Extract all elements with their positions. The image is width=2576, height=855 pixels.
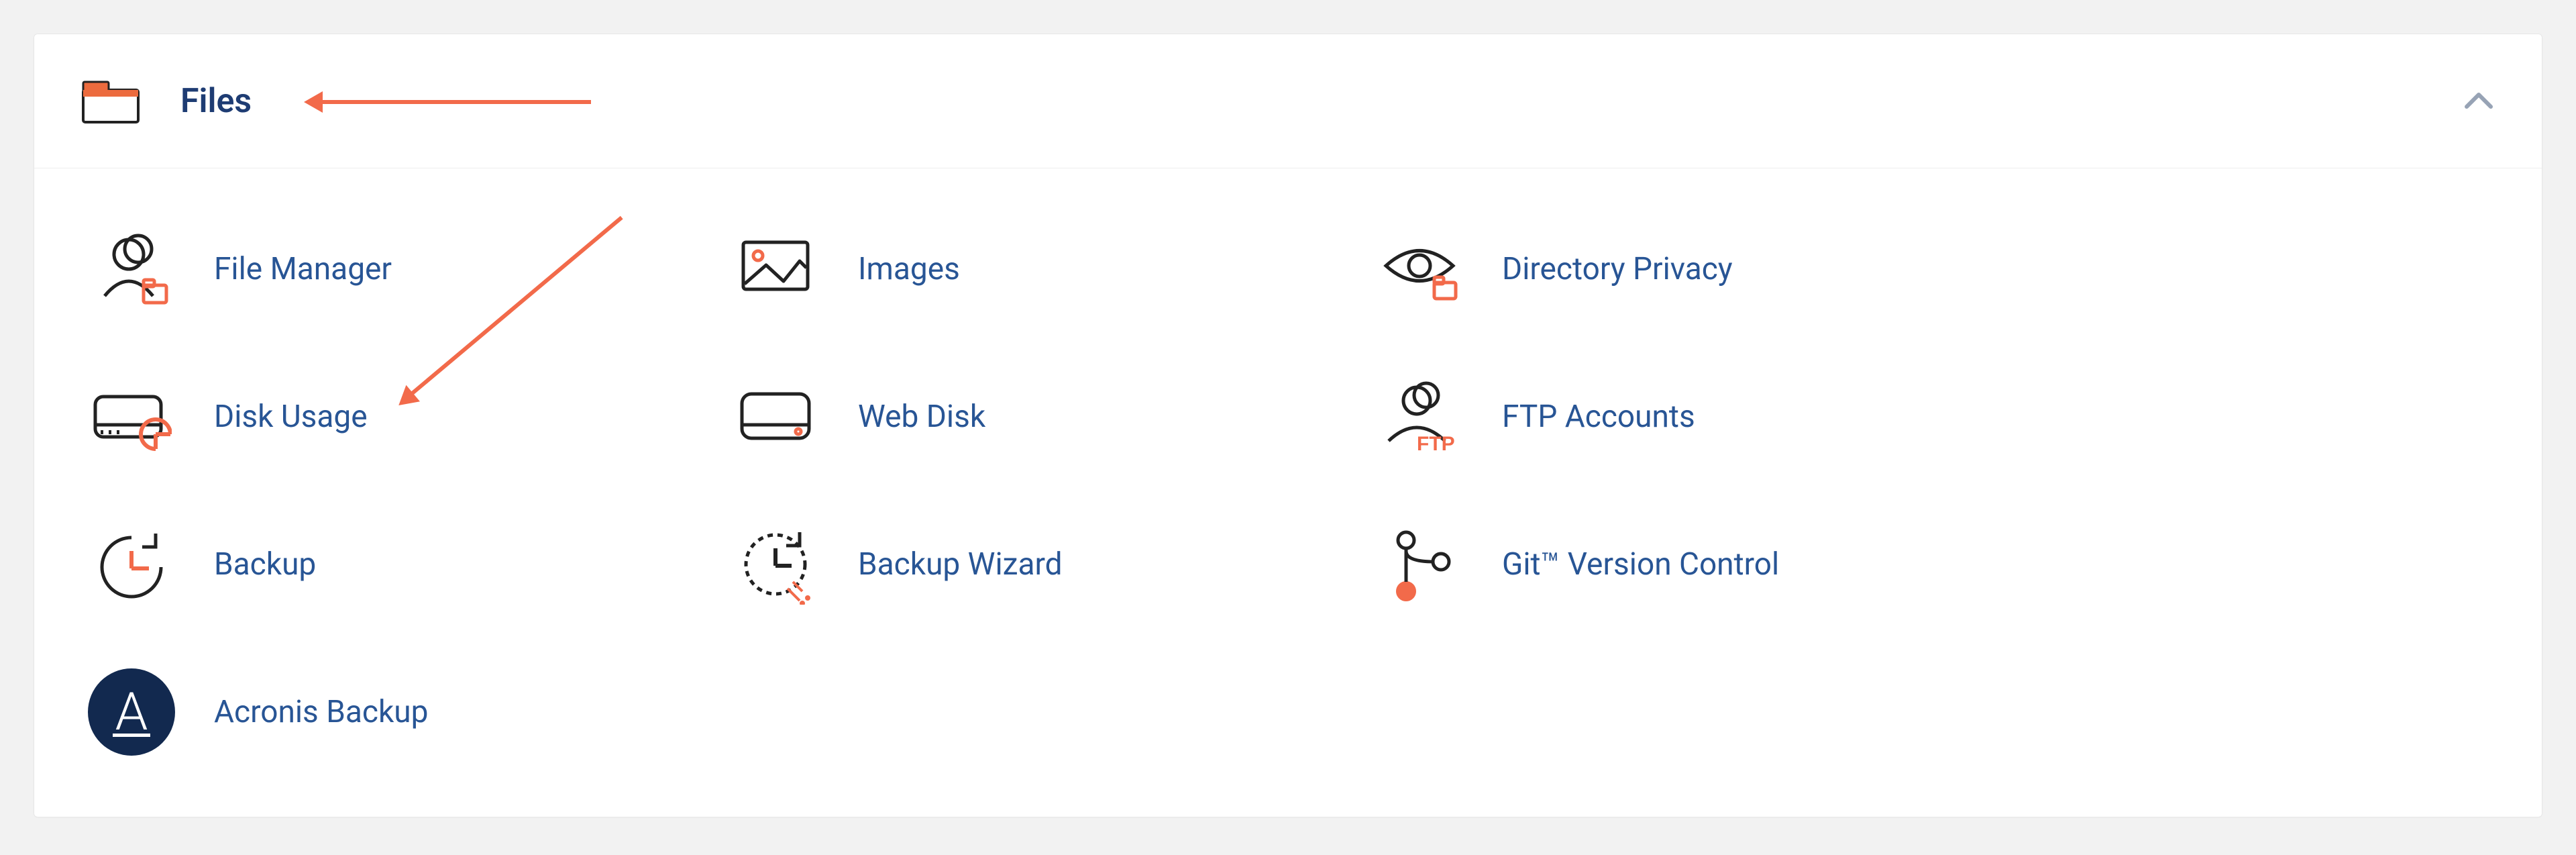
item-label: Backup <box>214 546 316 583</box>
item-file-manager[interactable]: File Manager <box>83 195 727 343</box>
item-git[interactable]: Git™ Version Control <box>1371 491 2015 638</box>
folder-icon <box>81 78 140 125</box>
acronis-icon: A <box>88 668 175 756</box>
item-label: Disk Usage <box>214 399 368 435</box>
backup-wizard-icon <box>732 521 819 608</box>
item-label: File Manager <box>214 251 392 287</box>
item-label: Backup Wizard <box>858 546 1063 583</box>
item-backup-wizard[interactable]: Backup Wizard <box>727 491 1371 638</box>
ftp-accounts-icon: FTP <box>1376 373 1463 460</box>
chevron-up-icon[interactable] <box>2463 85 2495 117</box>
item-label: Web Disk <box>858 399 985 435</box>
git-icon <box>1376 521 1463 608</box>
item-images[interactable]: Images <box>727 195 1371 343</box>
files-items-grid: File Manager Images <box>83 195 2493 786</box>
backup-icon <box>88 521 175 608</box>
item-label: Git™ Version Control <box>1502 546 1779 583</box>
files-section-header-left: Files <box>81 78 252 125</box>
svg-text:FTP: FTP <box>1417 433 1455 455</box>
item-web-disk[interactable]: Web Disk <box>727 343 1371 491</box>
item-label: Images <box>858 251 960 287</box>
item-acronis-backup[interactable]: A Acronis Backup <box>83 638 727 786</box>
item-label: Acronis Backup <box>214 694 428 730</box>
item-label: Directory Privacy <box>1502 251 1733 287</box>
files-section-body: File Manager Images <box>34 168 2542 817</box>
section-title: Files <box>180 82 252 121</box>
images-icon <box>732 225 819 313</box>
item-label: FTP Accounts <box>1502 399 1695 435</box>
disk-usage-icon <box>88 373 175 460</box>
file-manager-icon <box>88 225 175 313</box>
item-directory-privacy[interactable]: Directory Privacy <box>1371 195 2015 343</box>
arrow-to-title <box>323 100 591 104</box>
item-ftp-accounts[interactable]: FTP FTP Accounts <box>1371 343 2015 491</box>
directory-privacy-icon <box>1376 225 1463 313</box>
files-section-panel: Files <box>34 34 2542 817</box>
item-disk-usage[interactable]: Disk Usage <box>83 343 727 491</box>
item-backup[interactable]: Backup <box>83 491 727 638</box>
web-disk-icon <box>732 373 819 460</box>
